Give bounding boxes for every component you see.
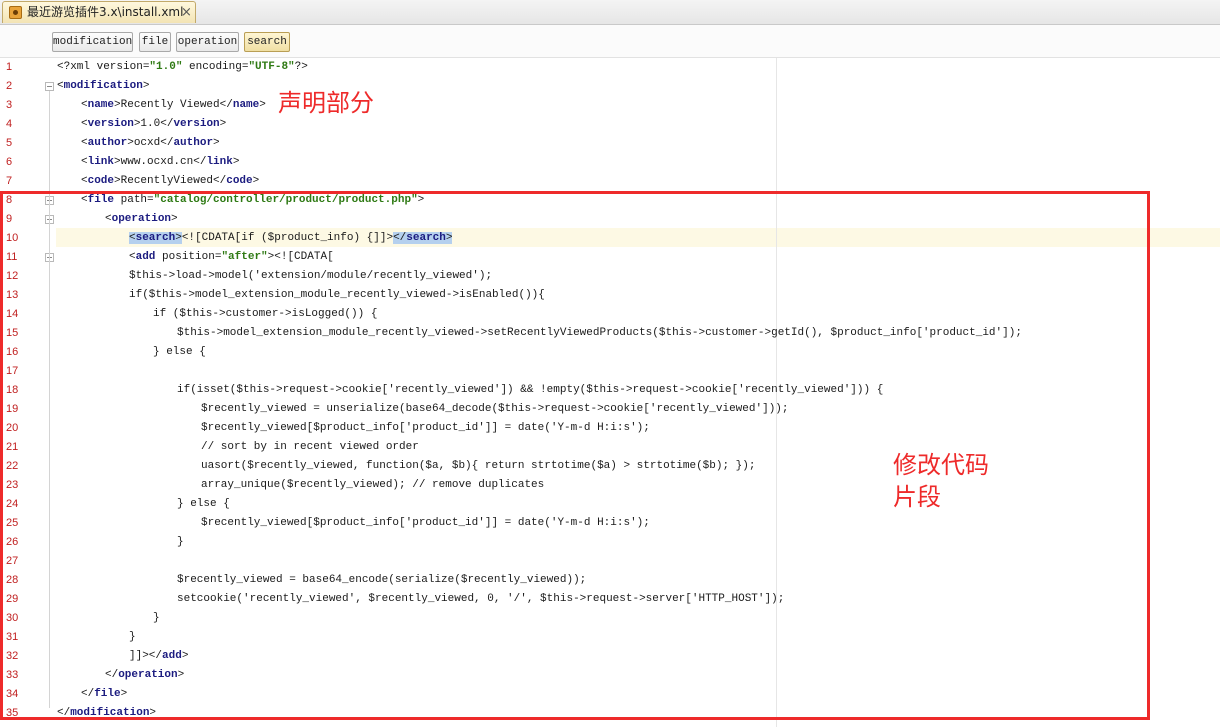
code-token: >: [232, 156, 240, 168]
code-token: <: [81, 118, 88, 130]
code-token: encoding=: [182, 61, 249, 73]
code-token: code: [226, 175, 253, 187]
editor-tab-bar: 最近游览插件3.x\install.xml ×: [0, 0, 1220, 25]
code-token: name: [232, 99, 260, 111]
file-tab[interactable]: 最近游览插件3.x\install.xml ×: [2, 1, 196, 23]
line-number: 6: [6, 156, 13, 168]
code-token: "UTF-8": [248, 61, 295, 73]
line-number: 1: [6, 61, 13, 73]
code-token: ?>: [294, 61, 308, 73]
fold-toggle-icon[interactable]: [45, 82, 54, 91]
modification-button[interactable]: modification: [52, 32, 133, 52]
code-token: <?xml version=: [57, 61, 150, 73]
code-line[interactable]: <author>ocxd</author>: [81, 134, 220, 153]
code-token: author: [173, 137, 214, 149]
code-token: version: [173, 118, 220, 130]
code-token: code: [87, 175, 115, 187]
code-token: version: [87, 118, 134, 130]
code-token: <: [81, 156, 88, 168]
code-token: >: [259, 99, 266, 111]
code-line[interactable]: <version>1.0</version>: [81, 115, 226, 134]
xml-file-icon: [9, 6, 22, 19]
code-line[interactable]: <link>www.ocxd.cn</link>: [81, 153, 239, 172]
line-number: 2: [6, 80, 13, 92]
code-token: link: [87, 156, 115, 168]
file-button[interactable]: file: [139, 32, 171, 52]
search-button[interactable]: search: [244, 32, 290, 52]
code-token: >: [252, 175, 260, 187]
code-token: >ocxd</: [127, 137, 174, 149]
code-token: <: [81, 175, 88, 187]
code-token: >Recently Viewed</: [114, 99, 233, 111]
code-token: >www.ocxd.cn</: [114, 156, 207, 168]
code-token: <: [81, 99, 88, 111]
declaration-annotation: 声明部分: [278, 89, 374, 117]
code-line[interactable]: <code>RecentlyViewed</code>: [81, 172, 259, 191]
line-number: 5: [6, 137, 13, 149]
code-token: modification: [63, 80, 143, 92]
navigation-toolbar: modification file operation search: [0, 25, 1220, 58]
modification-annotation-line1: 修改代码: [893, 451, 989, 479]
code-line[interactable]: <name>Recently Viewed</name>: [81, 96, 266, 115]
code-token: "1.0": [149, 61, 183, 73]
close-tab-icon[interactable]: ×: [181, 2, 192, 23]
code-line[interactable]: <modification>: [57, 77, 149, 96]
code-line[interactable]: <?xml version="1.0" encoding="UTF-8"?>: [57, 58, 308, 77]
file-tab-title: 最近游览插件3.x\install.xml: [27, 5, 184, 19]
operation-button[interactable]: operation: [176, 32, 239, 52]
code-token: <: [81, 137, 88, 149]
line-number: 4: [6, 118, 13, 130]
line-number: 7: [6, 175, 13, 187]
code-token: <: [57, 80, 64, 92]
line-number: 3: [6, 99, 13, 111]
code-token: >1.0</: [133, 118, 174, 130]
code-token: name: [87, 99, 115, 111]
code-token: author: [87, 137, 128, 149]
code-token: link: [206, 156, 233, 168]
code-token: >: [142, 80, 150, 92]
modification-annotation-line2: 片段: [893, 483, 941, 511]
code-token: >: [213, 137, 220, 149]
code-token: >: [219, 118, 227, 130]
code-token: >RecentlyViewed</: [114, 175, 227, 187]
